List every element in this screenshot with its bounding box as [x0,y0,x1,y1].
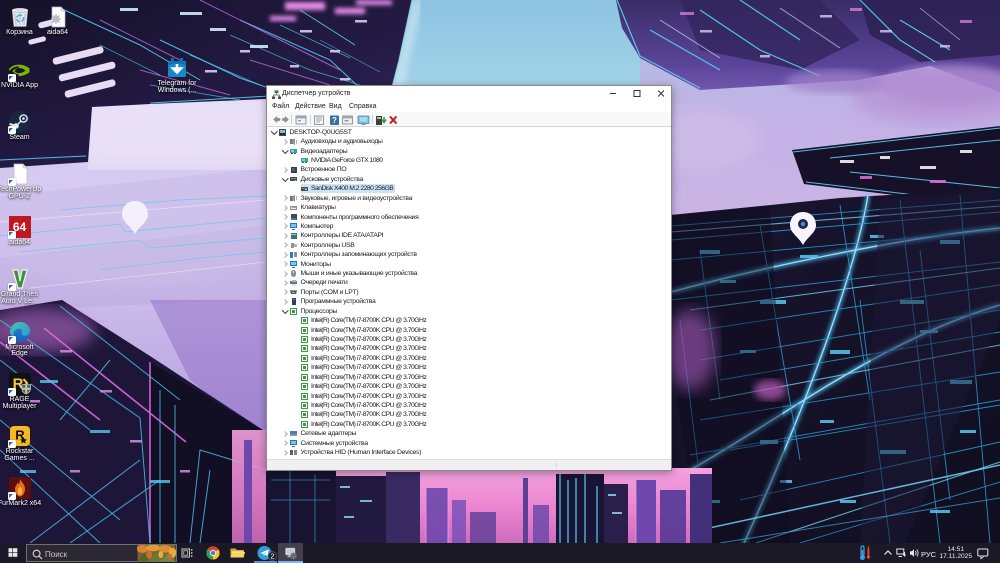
svg-text:?: ? [332,116,337,125]
svg-text:2: 2 [270,552,274,561]
